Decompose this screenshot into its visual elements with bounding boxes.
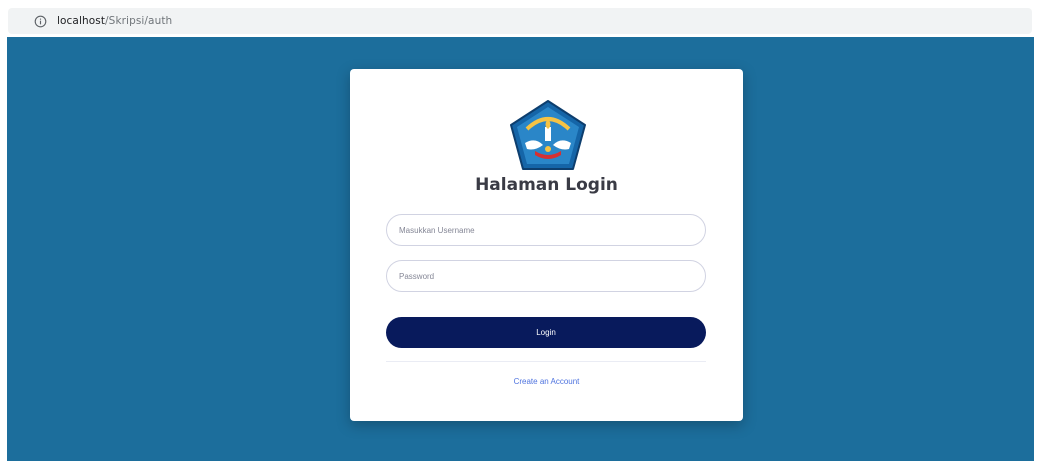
url-text[interactable]: localhost/Skripsi/auth (57, 15, 172, 27)
username-input[interactable] (386, 214, 706, 246)
tut-wuri-handayani-logo (510, 100, 586, 170)
info-icon[interactable] (34, 15, 47, 28)
url-path: /Skripsi/auth (105, 15, 173, 27)
create-account-link[interactable]: Create an Account (350, 377, 743, 386)
divider (386, 361, 706, 362)
login-card: Halaman Login Login Create an Account (350, 69, 743, 421)
password-input[interactable] (386, 260, 706, 292)
login-button[interactable]: Login (386, 317, 706, 348)
page-background: Halaman Login Login Create an Account (7, 37, 1034, 461)
page-title: Halaman Login (475, 175, 618, 195)
url-host: localhost (57, 15, 106, 27)
address-bar[interactable]: localhost/Skripsi/auth (8, 8, 1032, 34)
